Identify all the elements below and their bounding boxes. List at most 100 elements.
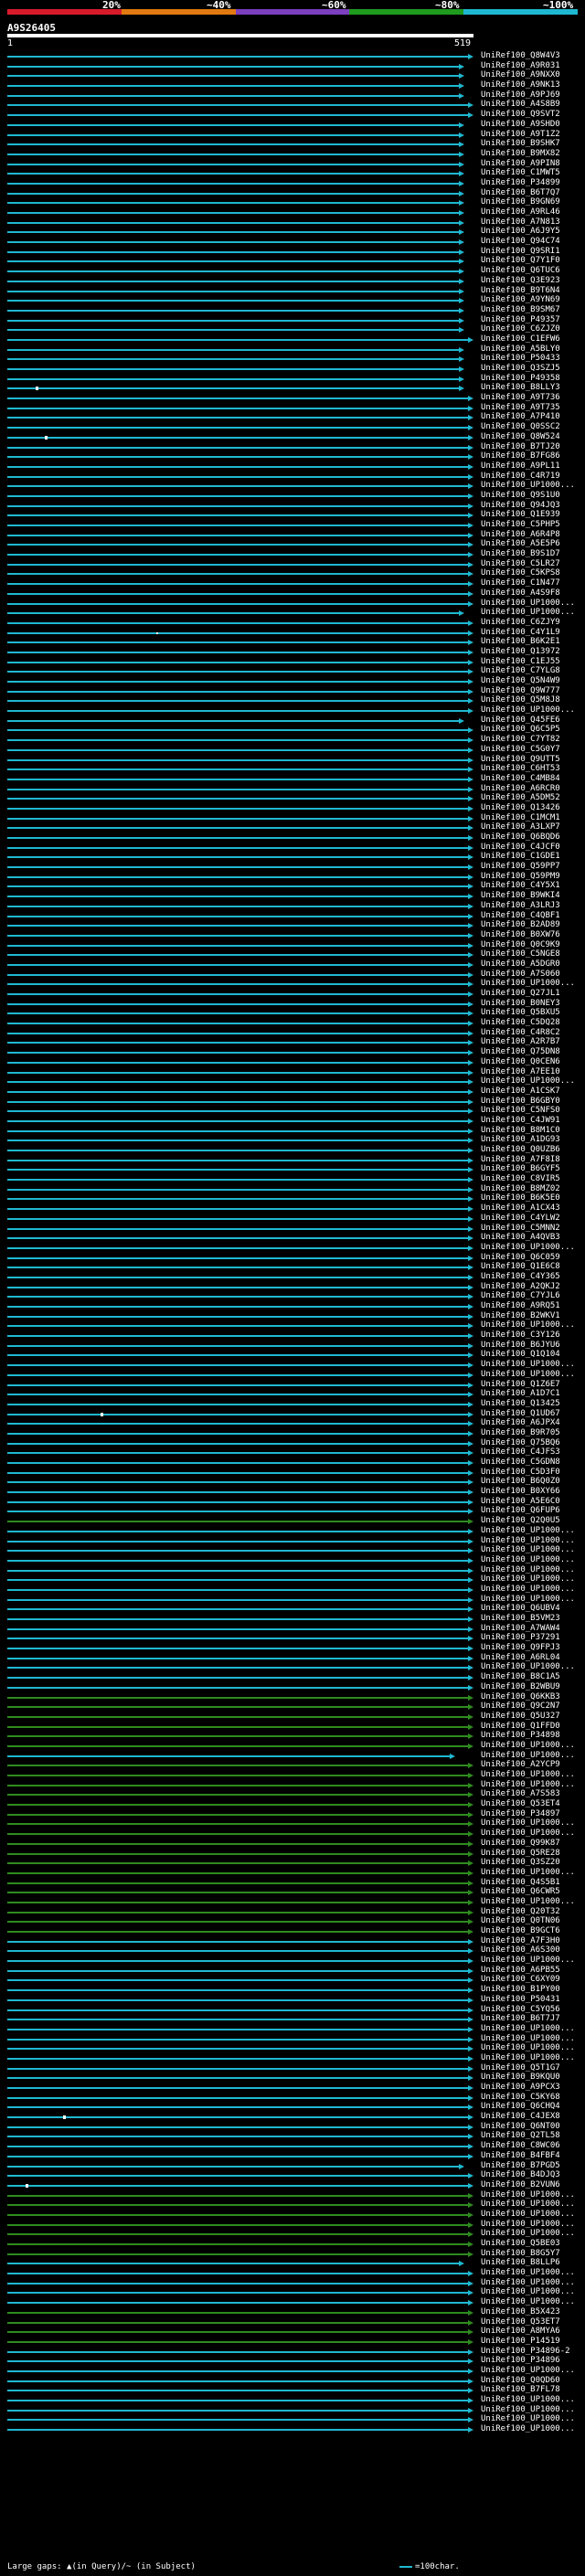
- hit-label[interactable]: UniRef100_A1D7C1: [481, 1389, 560, 1398]
- hit-label[interactable]: UniRef100_B4DJQ3: [481, 2170, 560, 2179]
- hit-row[interactable]: UniRef100_UP1000...: [0, 2395, 585, 2405]
- hit-line[interactable]: [7, 866, 468, 869]
- hit-label[interactable]: UniRef100_C6ZJZ0: [481, 324, 560, 334]
- hit-line[interactable]: [7, 827, 468, 830]
- hit-row[interactable]: UniRef100_UP1000...: [0, 1585, 585, 1595]
- hit-line[interactable]: [7, 2419, 468, 2422]
- hit-row[interactable]: UniRef100_Q9FPJ3: [0, 1643, 585, 1653]
- hit-row[interactable]: UniRef100_C1MWT5: [0, 168, 585, 178]
- hit-line[interactable]: [7, 1394, 468, 1396]
- hit-line[interactable]: [7, 1042, 468, 1044]
- hit-row[interactable]: UniRef100_A1DG93: [0, 1135, 585, 1145]
- hit-line[interactable]: [7, 1940, 468, 1943]
- hit-line[interactable]: [7, 446, 468, 449]
- hit-label[interactable]: UniRef100_A1DG93: [481, 1135, 560, 1144]
- hit-line[interactable]: [7, 651, 468, 653]
- hit-row[interactable]: UniRef100_A5BLY0: [0, 345, 585, 355]
- hit-line[interactable]: [7, 1725, 468, 1728]
- hit-label[interactable]: UniRef100_UP1000...: [481, 2395, 575, 2404]
- hit-line[interactable]: [7, 1588, 468, 1591]
- hit-label[interactable]: UniRef100_UP1000...: [481, 2405, 575, 2414]
- hit-row[interactable]: UniRef100_B6JYU6: [0, 1341, 585, 1351]
- hit-line[interactable]: [7, 2390, 468, 2392]
- hit-row[interactable]: UniRef100_C7YJL6: [0, 1291, 585, 1301]
- hit-line[interactable]: [7, 944, 468, 947]
- hit-row[interactable]: UniRef100_A6RL04: [0, 1653, 585, 1663]
- hit-row[interactable]: UniRef100_Q8W524: [0, 432, 585, 442]
- hit-line[interactable]: [7, 2243, 468, 2245]
- hit-label[interactable]: UniRef100_C5LR27: [481, 559, 560, 568]
- hit-row[interactable]: UniRef100_C4JFS3: [0, 1447, 585, 1458]
- hit-row[interactable]: UniRef100_Q5RE28: [0, 1849, 585, 1859]
- hit-line[interactable]: [7, 65, 459, 68]
- hit-line[interactable]: [7, 1901, 468, 1903]
- hit-row[interactable]: UniRef100_P34896-2: [0, 2347, 585, 2357]
- hit-row[interactable]: UniRef100_Q1UD67: [0, 1409, 585, 1419]
- hit-row[interactable]: UniRef100_UP1000...: [0, 1370, 585, 1380]
- hit-label[interactable]: UniRef100_A7S583: [481, 1789, 560, 1798]
- hit-row[interactable]: UniRef100_Q59PP7: [0, 862, 585, 872]
- hit-row[interactable]: UniRef100_B6GYF5: [0, 1164, 585, 1174]
- hit-label[interactable]: UniRef100_Q6KKB3: [481, 1692, 560, 1701]
- hit-line[interactable]: [7, 1296, 468, 1299]
- hit-line[interactable]: [7, 1744, 468, 1747]
- hit-line[interactable]: [7, 2331, 468, 2334]
- hit-label[interactable]: UniRef100_UP1000...: [481, 1076, 575, 1086]
- hit-row[interactable]: UniRef100_B9T6N4: [0, 286, 585, 296]
- hit-label[interactable]: UniRef100_P49357: [481, 315, 560, 324]
- hit-line[interactable]: [7, 1383, 468, 1386]
- hit-line[interactable]: [7, 554, 468, 557]
- hit-row[interactable]: UniRef100_Q9W777: [0, 686, 585, 696]
- hit-row[interactable]: UniRef100_B7TJ20: [0, 442, 585, 452]
- hit-row[interactable]: UniRef100_B6T7Q7: [0, 188, 585, 198]
- hit-line[interactable]: [7, 1110, 468, 1113]
- hit-row[interactable]: UniRef100_C5D3F0: [0, 1468, 585, 1478]
- hit-row[interactable]: UniRef100_UP1000...: [0, 2287, 585, 2297]
- hit-row[interactable]: UniRef100_C5NFS0: [0, 1106, 585, 1116]
- hit-line[interactable]: [7, 309, 459, 312]
- hit-row[interactable]: UniRef100_UP1000...: [0, 705, 585, 716]
- hit-label[interactable]: UniRef100_Q1Z6E7: [481, 1380, 560, 1389]
- hit-label[interactable]: UniRef100_Q6BQD6: [481, 832, 560, 842]
- hit-label[interactable]: UniRef100_C6ZJY9: [481, 618, 560, 627]
- hit-label[interactable]: UniRef100_A5E5P6: [481, 539, 560, 548]
- hit-line[interactable]: [7, 2106, 468, 2109]
- hit-line[interactable]: [7, 2350, 468, 2353]
- hit-row[interactable]: UniRef100_UP1000...: [0, 2297, 585, 2307]
- hit-line[interactable]: [7, 456, 468, 459]
- hit-line[interactable]: [7, 2302, 468, 2305]
- hit-label[interactable]: UniRef100_B6Q0Z0: [481, 1477, 560, 1486]
- hit-line[interactable]: [7, 1023, 468, 1025]
- hit-row[interactable]: UniRef100_B6GBY0: [0, 1097, 585, 1107]
- hit-row[interactable]: UniRef100_UP1000...: [0, 2414, 585, 2424]
- hit-label[interactable]: UniRef100_A1CSK7: [481, 1087, 560, 1096]
- hit-line[interactable]: [7, 769, 468, 771]
- hit-line[interactable]: [7, 2028, 468, 2030]
- hit-row[interactable]: UniRef100_C4MB84: [0, 774, 585, 784]
- hit-row[interactable]: UniRef100_Q1E939: [0, 510, 585, 520]
- hit-line[interactable]: [7, 729, 468, 732]
- hit-label[interactable]: UniRef100_UP1000...: [481, 481, 575, 490]
- hit-row[interactable]: UniRef100_A7S583: [0, 1789, 585, 1799]
- hit-row[interactable]: UniRef100_C4R719: [0, 472, 585, 482]
- hit-label[interactable]: UniRef100_C4Y365: [481, 1272, 560, 1281]
- hit-row[interactable]: UniRef100_UP1000...: [0, 599, 585, 609]
- hit-row[interactable]: UniRef100_A9T1Z2: [0, 130, 585, 140]
- hit-line[interactable]: [7, 319, 459, 322]
- hit-line[interactable]: [7, 2009, 468, 2011]
- hit-row[interactable]: UniRef100_C1N477: [0, 578, 585, 588]
- hit-label[interactable]: UniRef100_A9NXX0: [481, 70, 560, 80]
- hit-line[interactable]: [7, 1579, 468, 1582]
- hit-row[interactable]: UniRef100_Q6C059: [0, 1253, 585, 1263]
- hit-row[interactable]: UniRef100_Q6TUC6: [0, 266, 585, 276]
- hit-row[interactable]: UniRef100_Q5T1G7: [0, 2063, 585, 2073]
- hit-line[interactable]: [7, 1129, 468, 1132]
- hit-row[interactable]: UniRef100_B9SHK7: [0, 139, 585, 149]
- hit-line[interactable]: [7, 1657, 468, 1659]
- hit-line[interactable]: [7, 925, 468, 928]
- hit-row[interactable]: UniRef100_UP1000...: [0, 2024, 585, 2034]
- hit-line[interactable]: [7, 807, 468, 810]
- hit-line[interactable]: [7, 250, 459, 253]
- hit-line[interactable]: [7, 2282, 468, 2284]
- hit-row[interactable]: UniRef100_B6K2E1: [0, 637, 585, 647]
